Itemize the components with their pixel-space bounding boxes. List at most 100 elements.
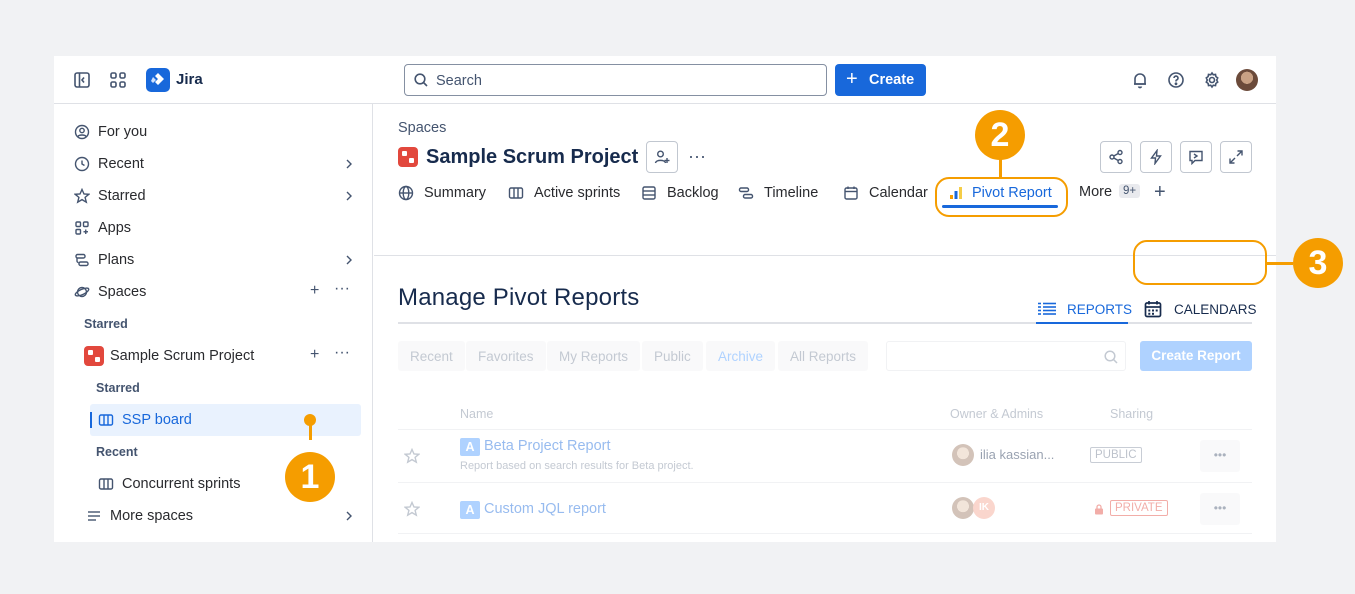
sidebar-item-label: For you: [98, 124, 148, 140]
jira-logo-icon[interactable]: [146, 68, 170, 92]
calendar-icon: [1144, 300, 1162, 318]
main-content: Spaces Sample Scrum Project ··· Summary: [374, 104, 1276, 542]
more-spaces-label: More spaces: [110, 508, 194, 524]
top-navigation-bar: Jira Search + Create: [54, 56, 1276, 104]
jira-window: Jira Search + Create For you Recent Star…: [54, 56, 1276, 542]
sidebar-item-ssp-board[interactable]: SSP board: [90, 404, 361, 436]
star-icon[interactable]: [404, 448, 420, 464]
create-button[interactable]: + Create: [835, 64, 926, 96]
recent-board-name: Concurrent sprints: [122, 476, 241, 492]
notifications-bell-icon[interactable]: [1130, 70, 1150, 90]
filter-public[interactable]: Public: [642, 341, 703, 371]
callout-line: [1267, 262, 1293, 265]
breadcrumb[interactable]: Spaces: [398, 120, 446, 136]
tab-calendars[interactable]: CALENDARS: [1144, 300, 1262, 324]
project-starred-heading: Starred: [96, 381, 140, 395]
sidebar-item-label: Recent: [98, 156, 144, 172]
sidebar-item-spaces[interactable]: Spaces + ···: [70, 276, 362, 308]
sidebar-item-more-spaces[interactable]: More spaces: [80, 500, 362, 532]
settings-gear-icon[interactable]: [1202, 70, 1222, 90]
admin-avatar: IK: [973, 497, 995, 519]
sidebar-toggle-icon[interactable]: [72, 70, 92, 90]
filter-favorites[interactable]: Favorites: [466, 341, 546, 371]
plans-icon: [74, 252, 90, 268]
app-name[interactable]: Jira: [176, 71, 203, 88]
sidebar-item-plans[interactable]: Plans: [70, 244, 362, 276]
table-row[interactable]: A Custom JQL report IK PRIVATE •••: [398, 482, 1252, 534]
timeline-icon: [738, 185, 754, 201]
search-icon: [413, 72, 429, 88]
tab-label: Backlog: [667, 185, 719, 201]
board-icon: [98, 412, 114, 428]
recent-heading: Recent: [96, 445, 138, 459]
row-actions-button[interactable]: •••: [1200, 440, 1240, 472]
add-tab-icon[interactable]: +: [1154, 181, 1166, 205]
filter-archive[interactable]: Archive: [706, 341, 776, 371]
owner-avatar: [952, 497, 974, 519]
tab-more[interactable]: More 9+: [1079, 184, 1141, 208]
more-actions-icon[interactable]: ···: [688, 146, 706, 167]
count-badge: 9+: [1119, 184, 1141, 198]
starred-heading: Starred: [84, 317, 128, 331]
board-name: SSP board: [122, 412, 192, 428]
project-name: Sample Scrum Project: [110, 348, 255, 364]
filter-all-reports[interactable]: All Reports: [778, 341, 869, 371]
app-switcher-icon[interactable]: [108, 70, 128, 90]
column-header-name[interactable]: Name: [460, 407, 493, 421]
lock-icon: [1094, 504, 1104, 515]
chevron-right-icon[interactable]: [342, 509, 356, 523]
add-people-button[interactable]: [646, 141, 678, 173]
add-space-icon[interactable]: +: [310, 282, 319, 300]
tab-reports[interactable]: REPORTS: [1036, 300, 1132, 324]
column-header-sharing: Sharing: [1110, 407, 1154, 421]
sidebar-item-recent[interactable]: Recent: [70, 148, 362, 180]
sidebar-item-label: Apps: [98, 220, 132, 236]
reports-tab-label: REPORTS: [1067, 302, 1133, 317]
list-icon: [1038, 302, 1056, 316]
fullscreen-button[interactable]: [1220, 141, 1252, 173]
active-tab-indicator: [1036, 322, 1128, 324]
callout-2: 2: [975, 110, 1025, 160]
tab-label: Summary: [424, 185, 487, 201]
report-name-link[interactable]: Custom JQL report: [484, 501, 606, 517]
report-description: Report based on search results for Beta …: [460, 460, 694, 472]
chevron-right-icon[interactable]: [342, 253, 356, 267]
sidebar-item-for-you[interactable]: For you: [70, 116, 362, 148]
sidebar-item-sample-scrum-project[interactable]: Sample Scrum Project + ···: [80, 340, 362, 372]
star-icon[interactable]: [404, 501, 420, 517]
callout-line: [999, 158, 1002, 178]
search-input[interactable]: Search: [404, 64, 827, 96]
sharing-badge: PRIVATE: [1110, 500, 1168, 516]
feedback-button[interactable]: [1180, 141, 1212, 173]
report-search-input[interactable]: [886, 341, 1126, 371]
star-icon: [74, 188, 90, 204]
board-icon: [98, 476, 114, 492]
list-icon: [86, 508, 102, 524]
person-circle-icon: [74, 124, 90, 140]
search-placeholder: Search: [436, 73, 482, 89]
globe-icon: [398, 185, 414, 201]
chevron-right-icon[interactable]: [342, 157, 356, 171]
more-actions-icon[interactable]: ···: [334, 344, 350, 362]
table-row[interactable]: A Beta Project Report Report based on se…: [398, 429, 1252, 481]
sidebar-item-label: Starred: [98, 188, 146, 204]
board-icon: [508, 185, 524, 201]
automation-button[interactable]: [1140, 141, 1172, 173]
more-actions-icon[interactable]: ···: [334, 280, 350, 298]
filter-recent[interactable]: Recent: [398, 341, 465, 371]
report-type-badge: A: [460, 438, 480, 456]
chevron-right-icon[interactable]: [342, 189, 356, 203]
add-item-icon[interactable]: +: [310, 346, 319, 364]
sidebar-item-starred[interactable]: Starred: [70, 180, 362, 212]
callout-dot: [304, 414, 316, 426]
create-report-button[interactable]: Create Report: [1140, 341, 1252, 371]
sidebar-item-label: Plans: [98, 252, 135, 268]
help-icon[interactable]: [1166, 70, 1186, 90]
tab-label: Active sprints: [534, 185, 621, 201]
sidebar-item-apps[interactable]: Apps: [70, 212, 362, 244]
filter-my-reports[interactable]: My Reports: [547, 341, 641, 371]
share-button[interactable]: [1100, 141, 1132, 173]
report-name-link[interactable]: Beta Project Report: [484, 438, 611, 454]
row-actions-button[interactable]: •••: [1200, 493, 1240, 525]
user-avatar[interactable]: [1236, 69, 1258, 91]
